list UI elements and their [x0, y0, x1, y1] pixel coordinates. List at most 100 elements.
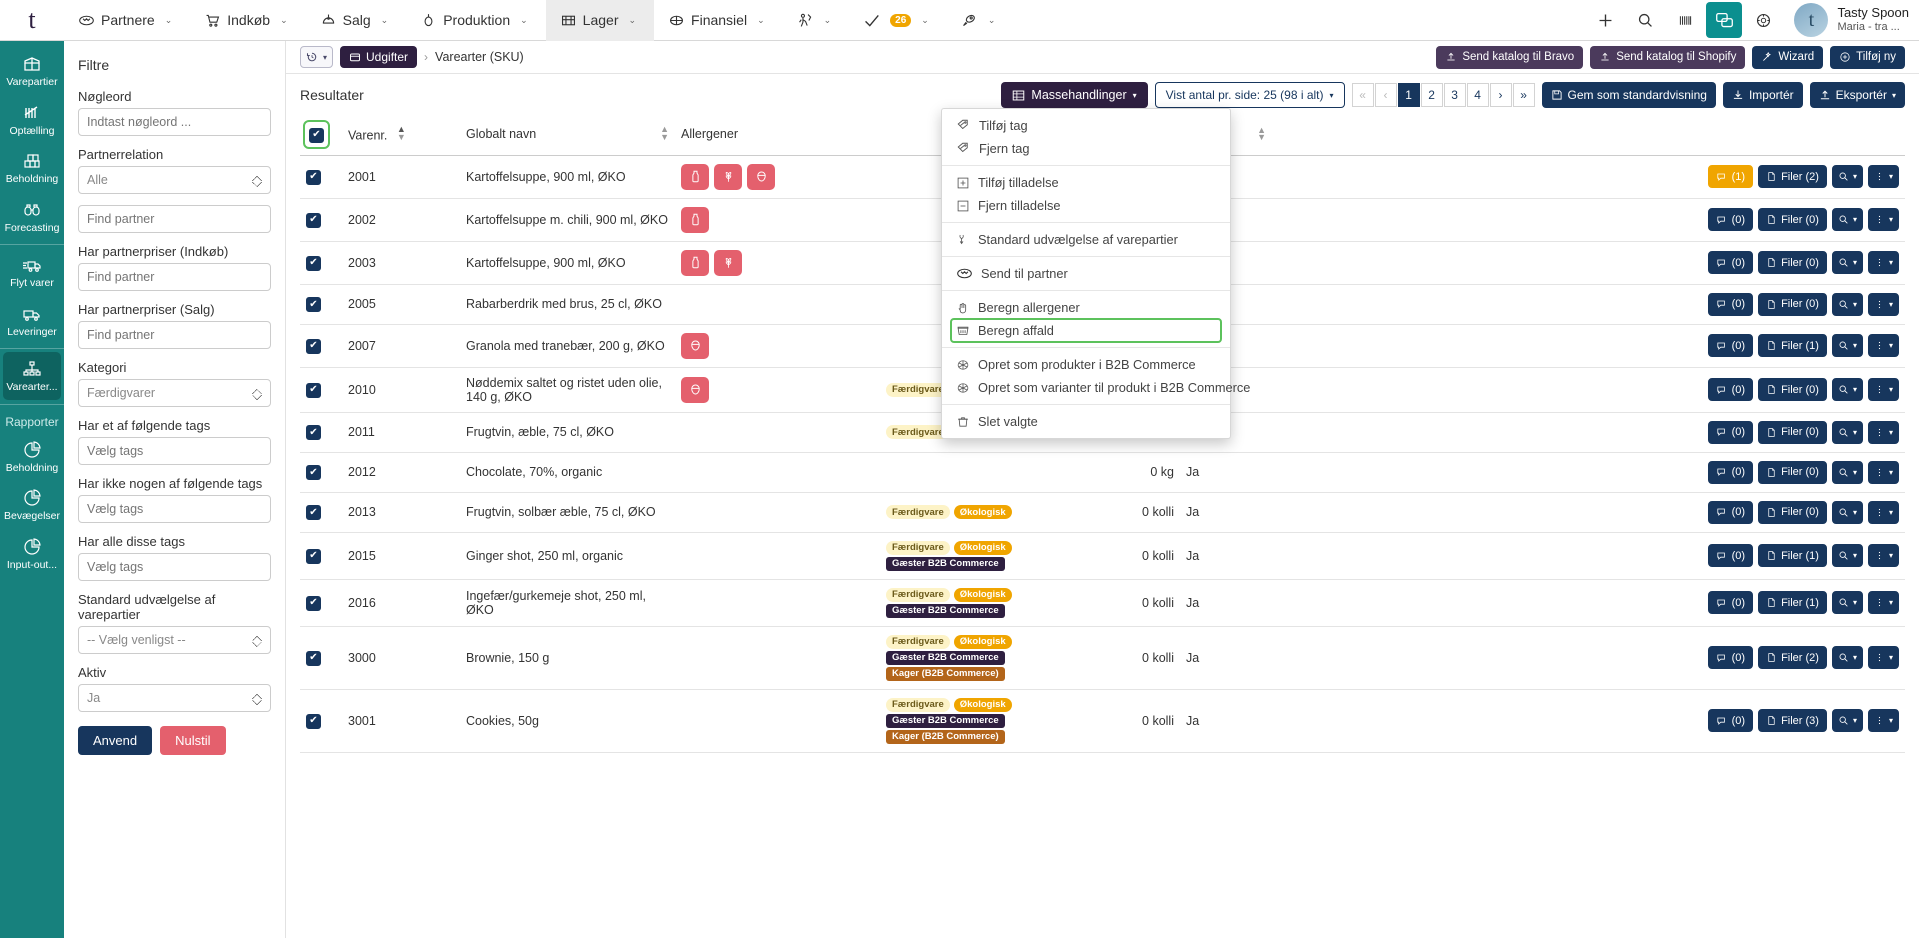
- search-icon[interactable]: [1626, 0, 1664, 41]
- row-files-button[interactable]: Filer (2): [1758, 165, 1827, 188]
- row-checkbox[interactable]: [306, 505, 321, 520]
- menu-item-tilføj-tag[interactable]: Tilføj tag: [942, 114, 1230, 137]
- row-comments-button[interactable]: (1): [1708, 165, 1753, 188]
- apply-filters-button[interactable]: Anvend: [78, 726, 152, 755]
- menu-item-tilføj-tilladelse[interactable]: Tilføj tilladelse: [942, 171, 1230, 194]
- pagination-next[interactable]: ›: [1490, 83, 1512, 107]
- th-varenr[interactable]: Varenr. ▲▼: [342, 114, 460, 155]
- row-files-button[interactable]: Filer (2): [1758, 646, 1827, 669]
- row-search-button[interactable]: ▾: [1832, 544, 1863, 567]
- row-search-button[interactable]: ▾: [1832, 334, 1863, 357]
- row-more-button[interactable]: ▾: [1868, 293, 1899, 316]
- th-globalt-navn[interactable]: Globalt navn ▲▼: [460, 114, 675, 155]
- breadcrumb-pill-udgifter[interactable]: Udgifter: [340, 46, 417, 68]
- row-comments-button[interactable]: (0): [1708, 501, 1753, 524]
- topnav-item-partnere[interactable]: Partnere: [72, 0, 161, 41]
- row-more-button[interactable]: ▾: [1868, 208, 1899, 231]
- row-checkbox[interactable]: [306, 549, 321, 564]
- chevron-down-icon[interactable]: ⌄: [624, 15, 646, 26]
- sidebar-report-input-out---[interactable]: Input-out...: [3, 530, 61, 578]
- row-files-button[interactable]: Filer (0): [1758, 208, 1827, 231]
- row-files-button[interactable]: Filer (0): [1758, 501, 1827, 524]
- filter-input-har-partnerpriser-salg-[interactable]: [78, 321, 271, 349]
- breadcrumb-action-wizard[interactable]: Wizard: [1752, 46, 1823, 69]
- breadcrumb-action-tilf-j-ny[interactable]: Tilføj ny: [1830, 46, 1905, 69]
- page-size-selector[interactable]: Vist antal pr. side: 25 (98 i alt) ▾: [1155, 82, 1345, 108]
- row-more-button[interactable]: ▾: [1868, 378, 1899, 401]
- row-comments-button[interactable]: (0): [1708, 646, 1753, 669]
- menu-item-beregn-allergener[interactable]: Beregn allergener: [942, 296, 1230, 319]
- plus-icon[interactable]: [1586, 0, 1624, 41]
- row-comments-button[interactable]: (0): [1708, 334, 1753, 357]
- row-search-button[interactable]: ▾: [1832, 165, 1863, 188]
- row-files-button[interactable]: Filer (0): [1758, 421, 1827, 444]
- row-files-button[interactable]: Filer (3): [1758, 709, 1827, 732]
- topnav-item-lager[interactable]: Lager: [554, 0, 625, 41]
- menu-item-opret-som-varianter-til-produkt-i-b2b-commerce[interactable]: Opret som varianter til produkt i B2B Co…: [942, 376, 1230, 399]
- filter-select-kategori[interactable]: Færdigvarer: [78, 379, 271, 407]
- filter-input-har-ikke-nogen-af-følgende-tags[interactable]: [78, 495, 271, 523]
- chevron-down-icon[interactable]: ⌄: [820, 15, 842, 26]
- table-row[interactable]: 2012Chocolate, 70%, organic0 kgJa (0) Fi…: [300, 452, 1905, 492]
- row-search-button[interactable]: ▾: [1832, 378, 1863, 401]
- menu-item-fjern-tag[interactable]: Fjern tag: [942, 137, 1230, 160]
- row-search-button[interactable]: ▾: [1832, 501, 1863, 524]
- menu-item-slet-valgte[interactable]: Slet valgte: [942, 410, 1230, 433]
- row-files-button[interactable]: Filer (0): [1758, 293, 1827, 316]
- pagination-page-4[interactable]: 4: [1467, 83, 1489, 107]
- help-icon[interactable]: [1744, 0, 1782, 41]
- breadcrumb-action-send-katalog-til-bravo[interactable]: Send katalog til Bravo: [1436, 46, 1583, 69]
- barcode-icon[interactable]: [1666, 0, 1704, 41]
- filter-input-har-et-af-følgende-tags[interactable]: [78, 437, 271, 465]
- row-files-button[interactable]: Filer (1): [1758, 334, 1827, 357]
- topnav-item-finansiel[interactable]: Finansiel: [662, 0, 753, 41]
- filter-input-har-partnerpriser-indkøb-[interactable]: [78, 263, 271, 291]
- row-search-button[interactable]: ▾: [1832, 461, 1863, 484]
- table-row[interactable]: 3001Cookies, 50gFærdigvareØkologiskGæste…: [300, 689, 1905, 752]
- row-checkbox[interactable]: [306, 213, 321, 228]
- row-comments-button[interactable]: (0): [1708, 709, 1753, 732]
- row-files-button[interactable]: Filer (0): [1758, 251, 1827, 274]
- save-default-view-button[interactable]: Gem som standardvisning: [1542, 82, 1716, 108]
- pagination-page-1[interactable]: 1: [1398, 83, 1420, 107]
- menu-item-send-til-partner[interactable]: Send til partner: [942, 262, 1230, 285]
- sidebar-item-beholdning[interactable]: Beholdning: [3, 144, 61, 192]
- filter-input-har-alle-disse-tags[interactable]: [78, 553, 271, 581]
- sidebar-item-forecasting[interactable]: Forecasting: [3, 193, 61, 241]
- export-button[interactable]: Eksportér ▾: [1810, 82, 1905, 108]
- topnav-item-salg[interactable]: Salg: [314, 0, 377, 41]
- menu-item-standard-udvælgelse-af-varepartier[interactable]: Standard udvælgelse af varepartier: [942, 228, 1230, 251]
- row-search-button[interactable]: ▾: [1832, 293, 1863, 316]
- row-more-button[interactable]: ▾: [1868, 251, 1899, 274]
- menu-item-opret-som-produkter-i-b2b-commerce[interactable]: Opret som produkter i B2B Commerce: [942, 353, 1230, 376]
- row-comments-button[interactable]: (0): [1708, 544, 1753, 567]
- row-more-button[interactable]: ▾: [1868, 544, 1899, 567]
- row-comments-button[interactable]: (0): [1708, 293, 1753, 316]
- select-all-checkbox[interactable]: [309, 128, 324, 143]
- menu-item-beregn-affald[interactable]: Beregn affald: [951, 319, 1221, 342]
- row-checkbox[interactable]: [306, 714, 321, 729]
- row-checkbox[interactable]: [306, 297, 321, 312]
- row-comments-button[interactable]: (0): [1708, 208, 1753, 231]
- user-menu[interactable]: t Tasty Spoon Maria - tra ...: [1784, 3, 1909, 37]
- chevron-down-icon[interactable]: ⌄: [377, 15, 399, 26]
- topnav-item-produktion[interactable]: Produktion: [414, 0, 516, 41]
- row-checkbox[interactable]: [306, 339, 321, 354]
- sidebar-item-varepartier[interactable]: Varepartier: [3, 47, 61, 95]
- row-files-button[interactable]: Filer (1): [1758, 544, 1827, 567]
- chevron-down-icon[interactable]: ⌄: [161, 15, 183, 26]
- sidebar-report-bev-gelser[interactable]: Bevægelser: [3, 481, 61, 529]
- sidebar-item-flyt-varer[interactable]: Flyt varer: [3, 248, 61, 296]
- reset-filters-button[interactable]: Nulstil: [160, 726, 225, 755]
- import-button[interactable]: Importér: [1723, 82, 1803, 108]
- chevron-down-icon[interactable]: ⌄: [516, 15, 538, 26]
- row-search-button[interactable]: ▾: [1832, 709, 1863, 732]
- pagination-page-2[interactable]: 2: [1421, 83, 1443, 107]
- filter-select-aktiv[interactable]: Ja: [78, 684, 271, 712]
- table-row[interactable]: 2015Ginger shot, 250 ml, organicFærdigva…: [300, 532, 1905, 579]
- row-more-button[interactable]: ▾: [1868, 646, 1899, 669]
- table-row[interactable]: 2013Frugtvin, solbær æble, 75 cl, ØKOFær…: [300, 492, 1905, 532]
- pagination-last[interactable]: »: [1513, 83, 1535, 107]
- menu-item-fjern-tilladelse[interactable]: Fjern tilladelse: [942, 194, 1230, 217]
- row-more-button[interactable]: ▾: [1868, 709, 1899, 732]
